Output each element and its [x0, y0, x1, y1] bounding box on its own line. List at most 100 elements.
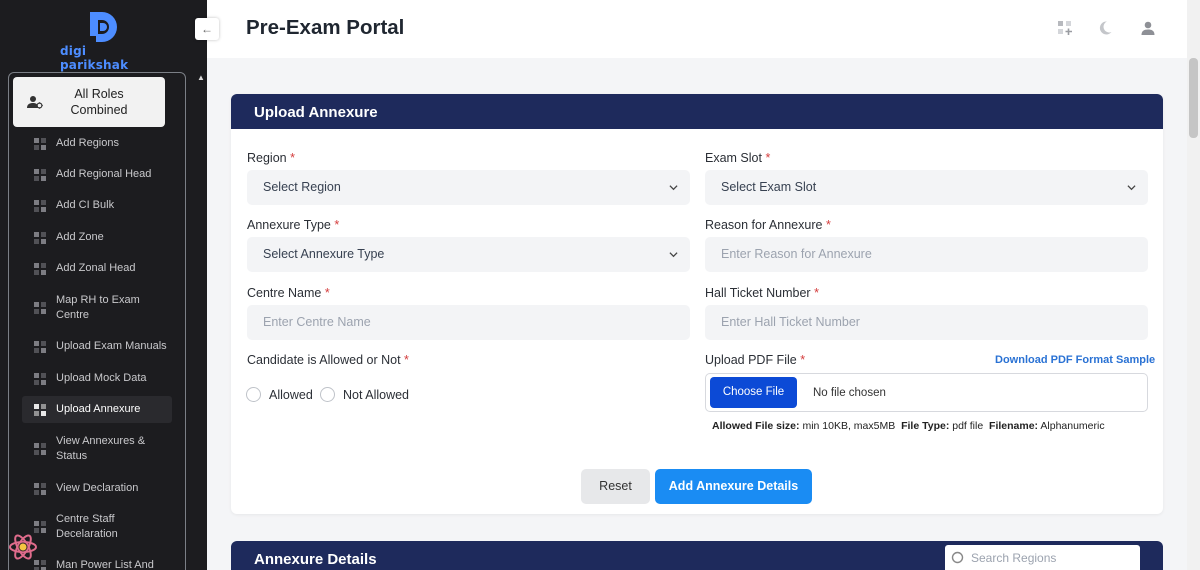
sidebar-item-label: Map RH to Exam Centre — [56, 294, 140, 321]
pdf-file-input[interactable]: Choose File No file chosen — [705, 373, 1148, 412]
annexure-details-title: Annexure Details — [254, 551, 377, 568]
radio-allowed[interactable]: Allowed — [246, 387, 313, 402]
pdf-upload-label-text: Upload PDF File — [705, 353, 797, 367]
sidebar-item-map-rh[interactable]: Map RH to Exam Centre — [22, 292, 172, 324]
annexure-type-select[interactable]: Select Annexure Type — [247, 237, 690, 272]
menu-grid-icon — [34, 302, 46, 314]
reason-label-text: Reason for Annexure — [705, 218, 823, 232]
hint-size-label: Allowed File size: — [712, 420, 800, 432]
react-devtools-icon[interactable] — [8, 533, 38, 561]
brand-name: digi parikshak — [60, 44, 129, 72]
exam-slot-label-text: Exam Slot — [705, 151, 762, 165]
menu-grid-icon — [34, 443, 46, 455]
logo-mark-icon — [90, 12, 117, 42]
radio-allowed-label: Allowed — [269, 387, 313, 402]
region-select-value: Select Region — [263, 180, 341, 194]
user-icon[interactable] — [1140, 20, 1156, 36]
sidebar-item-upload-exam-manuals[interactable]: Upload Exam Manuals — [22, 338, 172, 355]
file-requirements-hint: Allowed File size: min 10KB, max5MB File… — [712, 420, 1105, 432]
search-regions-input[interactable]: Search Regions — [945, 545, 1140, 570]
menu-grid-icon — [34, 559, 46, 570]
region-select[interactable]: Select Region — [247, 170, 690, 205]
menu-grid-icon — [34, 231, 46, 244]
sidebar-item-label: Add CI Bulk — [56, 199, 115, 211]
centre-name-input[interactable]: Enter Centre Name — [247, 305, 690, 340]
required-mark: * — [324, 286, 330, 300]
region-label-text: Region — [247, 151, 287, 165]
sidebar-item-upload-annexure[interactable]: Upload Annexure — [22, 396, 172, 423]
sidebar-item-man-power[interactable]: Man Power List And — [22, 557, 172, 570]
region-label: Region * — [247, 151, 295, 165]
upload-annexure-card: Upload Annexure Region * Select Region E… — [231, 94, 1163, 514]
hint-size-value: min 10KB, max5MB — [802, 420, 896, 432]
hall-ticket-label: Hall Ticket Number * — [705, 286, 819, 300]
page-scrollbar[interactable] — [1187, 0, 1200, 570]
role-label: All Roles Combined — [70, 87, 128, 117]
menu-grid-icon — [34, 340, 46, 353]
sidebar-item-centre-staff[interactable]: Centre Staff Decelaration — [22, 511, 172, 543]
menu-grid-icon — [34, 199, 46, 212]
radio-not-allowed[interactable]: Not Allowed — [320, 387, 409, 402]
download-sample-link[interactable]: Download PDF Format Sample — [995, 354, 1155, 366]
required-mark: * — [334, 218, 340, 232]
sidebar-item-add-regional-head[interactable]: Add Regional Head — [22, 166, 172, 183]
candidate-allowed-label-text: Candidate is Allowed or Not — [247, 353, 401, 367]
hint-name-label: Filename: — [989, 420, 1039, 432]
annexure-details-card: Annexure Details Search Regions — [231, 541, 1163, 570]
chevron-down-icon — [669, 252, 678, 258]
required-mark: * — [290, 151, 295, 165]
hint-name-value: Alphanumeric — [1040, 420, 1105, 432]
sidebar-item-add-zonal-head[interactable]: Add Zonal Head — [22, 260, 172, 277]
sidebar-item-label: Upload Annexure — [56, 403, 141, 415]
radio-not-allowed-label: Not Allowed — [343, 387, 410, 402]
sidebar-item-add-zone[interactable]: Add Zone — [22, 229, 172, 246]
required-mark: * — [800, 353, 806, 367]
sidebar-collapse-button[interactable]: ← — [195, 18, 219, 40]
sidebar-item-label: Upload Exam Manuals — [56, 340, 167, 352]
centre-name-label: Centre Name * — [247, 286, 330, 300]
sidebar-item-view-annexures[interactable]: View Annexures & Status — [22, 433, 172, 465]
sidebar-item-label: Add Regions — [56, 137, 119, 149]
search-icon — [951, 551, 964, 564]
sidebar-item-add-ci-bulk[interactable]: Add CI Bulk — [22, 197, 172, 214]
required-mark: * — [765, 151, 771, 165]
choose-file-button[interactable]: Choose File — [710, 377, 797, 408]
exam-slot-select-value: Select Exam Slot — [721, 180, 817, 194]
sidebar-item-add-regions[interactable]: Add Regions — [22, 135, 172, 152]
add-annexure-button[interactable]: Add Annexure Details — [655, 469, 812, 504]
chevron-down-icon — [1127, 185, 1136, 191]
apps-add-icon[interactable] — [1057, 20, 1073, 36]
sidebar-item-label: View Annexures & Status — [56, 435, 146, 462]
required-mark: * — [404, 353, 409, 367]
theme-moon-icon[interactable] — [1097, 20, 1113, 36]
sidebar-scroll-up-icon[interactable]: ▲ — [197, 73, 205, 82]
sidebar-item-label: Add Regional Head — [56, 168, 152, 180]
reset-button[interactable]: Reset — [581, 469, 650, 504]
radio-circle-icon — [320, 387, 335, 402]
page-scrollbar-thumb[interactable] — [1189, 58, 1198, 138]
annexure-type-label-text: Annexure Type — [247, 218, 331, 232]
hall-ticket-input[interactable]: Enter Hall Ticket Number — [705, 305, 1148, 340]
sidebar-item-upload-mock-data[interactable]: Upload Mock Data — [22, 370, 172, 387]
exam-slot-label: Exam Slot * — [705, 151, 770, 165]
exam-slot-select[interactable]: Select Exam Slot — [705, 170, 1148, 205]
role-selector[interactable]: All Roles Combined — [13, 77, 165, 127]
reason-label: Reason for Annexure * — [705, 218, 831, 232]
sidebar-item-label: Man Power List And — [56, 559, 154, 570]
sidebar-item-view-declaration[interactable]: View Declaration — [22, 480, 172, 497]
menu-grid-icon — [34, 521, 46, 533]
pdf-upload-label: Upload PDF File * — [705, 353, 805, 367]
search-placeholder: Search Regions — [971, 551, 1057, 565]
sidebar-item-label: View Declaration — [56, 482, 139, 494]
sidebar-item-label: Upload Mock Data — [56, 372, 147, 384]
sidebar-item-label: Add Zone — [56, 231, 104, 243]
menu-grid-icon — [34, 372, 46, 385]
radio-circle-icon — [246, 387, 261, 402]
menu-grid-icon — [34, 403, 46, 416]
no-file-text: No file chosen — [813, 387, 886, 399]
hall-ticket-label-text: Hall Ticket Number — [705, 286, 811, 300]
reason-input[interactable]: Enter Reason for Annexure — [705, 237, 1148, 272]
hint-type-label: File Type: — [901, 420, 950, 432]
menu-grid-icon — [34, 482, 46, 495]
brand-logo[interactable]: digi parikshak — [58, 10, 150, 72]
